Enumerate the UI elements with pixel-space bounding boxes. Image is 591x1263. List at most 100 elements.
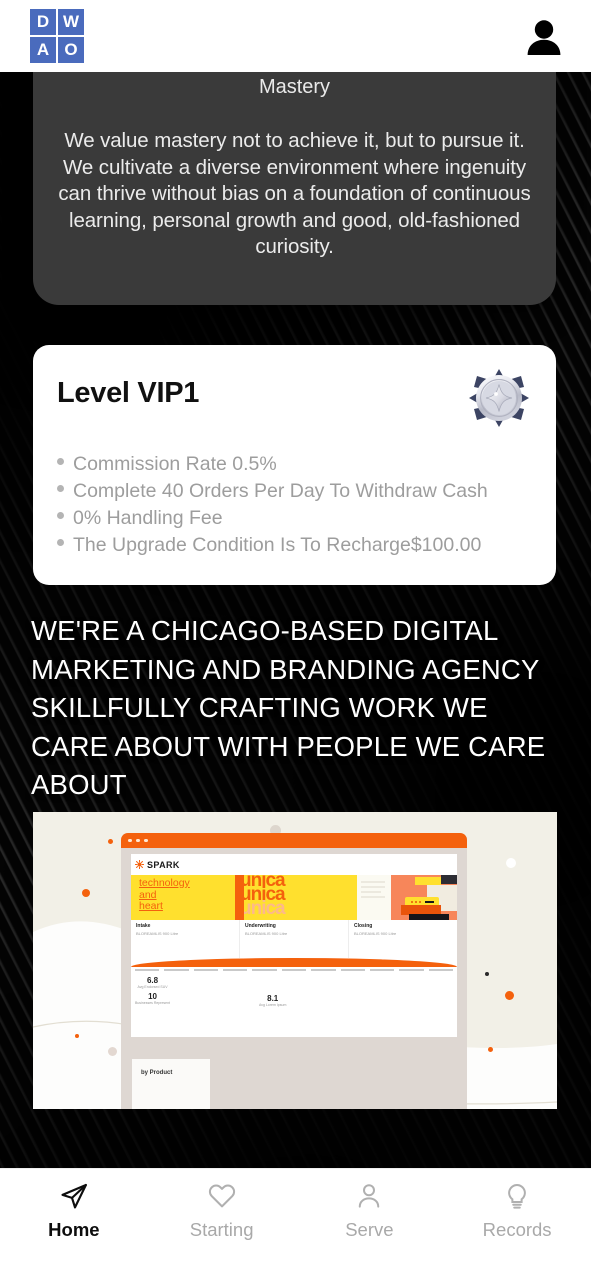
logo-tile-o: O [58,37,84,63]
process-card-title: Intake [136,923,151,929]
by-product-panel: by Product [132,1059,210,1109]
column-placeholder [428,969,453,971]
stat-value: 8.1 [267,994,279,1003]
column-placeholder [135,969,160,971]
column-placeholder [340,969,365,971]
logo-tile-w: W [58,9,84,35]
vip-benefit-item: The Upgrade Condition Is To Recharge$100… [57,532,532,559]
vip-level-label: Level VIP1 [57,377,200,409]
process-card: Intake BLOREAMLIS 900 Litre [131,920,240,958]
deco-dot [108,1047,117,1056]
hero-line: heart [139,900,163,912]
dashboard-table-header [131,967,457,975]
column-placeholder [281,969,307,971]
stat-label: Businesses Represent [135,1001,171,1005]
spark-sun-icon [135,860,144,869]
hero-line: technology [139,877,190,889]
tab-records[interactable]: Records [443,1169,591,1263]
deco-dot [485,972,489,976]
vip-card-header: Level VIP1 [57,367,532,429]
stat-label: Avg Lorem Ipsum [259,1003,287,1007]
person-icon [354,1181,384,1211]
logo-tile-d: D [30,9,56,35]
bullet-dot-icon [57,539,64,546]
window-dot-icon [144,838,148,843]
hero-art-svg [357,875,457,920]
vip-level-card[interactable]: Level VIP1 Commission Rate 0.5% Complete… [33,345,556,585]
orange-wave-divider [131,958,457,967]
deco-dot [506,858,516,868]
portfolio-image-card[interactable]: SPARK technology and heart unica unica u… [33,812,557,1109]
window-dot-icon [136,838,140,843]
vip-medal-icon [469,369,529,427]
column-placeholder [399,969,424,971]
deco-dot [75,1034,79,1038]
tab-home[interactable]: Home [0,1169,148,1263]
window-dot-icon [128,838,132,843]
tab-starting-label: Starting [189,1219,254,1240]
deco-dot [505,991,514,1000]
column-placeholder [252,969,277,971]
vip-benefit-text: Complete 40 Orders Per Day To Withdraw C… [73,480,488,502]
tab-serve-label: Serve [345,1219,394,1240]
send-plane-icon [59,1181,89,1211]
brand-logo[interactable]: D W A O [30,9,84,63]
stat-value: 6.8 [146,976,159,985]
stat-label: Avg Endorsed SUV [137,985,168,989]
user-avatar-button[interactable] [523,15,565,57]
hero-spacer [349,875,357,920]
browser-mockup: SPARK technology and heart unica unica u… [121,833,467,1109]
column-placeholder [311,969,336,971]
dashboard-stats: 6.8 Avg Endorsed SUV 10 Businesses Repre… [135,976,170,1005]
value-statement-card: Mastery We value mastery not to achieve … [33,64,556,305]
vip-benefit-text: 0% Handling Fee [73,507,223,529]
hero-illustration [357,875,457,920]
hero-divider [235,875,244,920]
vip-benefit-item: Commission Rate 0.5% [57,451,532,478]
tab-starting[interactable]: Starting [148,1169,296,1263]
browser-titlebar [121,833,467,848]
column-placeholder [223,969,248,971]
vip-benefit-item: 0% Handling Fee [57,505,532,532]
by-product-label: by Product [141,1070,173,1076]
bullet-dot-icon [57,512,64,519]
bullet-dot-icon [57,458,64,465]
value-card-title: Mastery [258,76,331,98]
vip-benefit-item: Complete 40 Orders Per Day To Withdraw C… [57,478,532,505]
user-avatar-icon [527,20,561,55]
bottom-tab-bar: Home Starting Serve Records [0,1168,591,1263]
column-placeholder [164,969,189,971]
stat-value: 10 [148,992,157,1001]
hero-wordmark-panel: unica unica unica [244,875,349,920]
deco-dot [82,889,90,897]
column-placeholder [193,969,219,971]
deco-dot [488,1047,493,1052]
deco-dot [108,839,113,844]
tab-records-label: Records [482,1219,552,1240]
dashboard-stat-center: 8.1 Avg Lorem Ipsum [259,994,286,1007]
vip-benefit-text: The Upgrade Condition Is To Recharge$100… [73,534,482,556]
unica-word: unica [244,898,286,919]
marketing-headline: WE'RE A CHICAGO-BASED DIGITAL MARKETING … [31,615,546,800]
process-card-title: Closing [354,923,373,929]
value-card-body: We value mastery not to achieve it, but … [58,129,531,258]
bullet-dot-icon [57,485,64,492]
site-brand-row: SPARK [131,854,457,875]
process-card-sub: BLOREAMLIS 900 Litre [354,931,397,936]
process-card-title: Underwriting [245,923,276,929]
process-card-sub: BLOREAMLIS 900 Litre [245,931,288,936]
hero-text-panel: technology and heart [131,875,235,920]
tab-home-label: Home [48,1219,100,1240]
vip-benefits-list: Commission Rate 0.5% Complete 40 Orders … [57,451,532,559]
vip-benefit-text: Commission Rate 0.5% [73,453,277,475]
site-process-cards: Intake BLOREAMLIS 900 Litre Underwriting… [131,920,457,958]
process-card: Closing BLOREAMLIS 900 Litre [349,920,457,958]
app-header: D W A O [0,0,591,72]
site-hero: technology and heart unica unica unica [131,875,457,920]
process-card: Underwriting BLOREAMLIS 900 Litre [240,920,349,958]
website-preview: SPARK technology and heart unica unica u… [131,854,457,1037]
process-card-sub: BLOREAMLIS 900 Litre [136,931,179,936]
column-placeholder [369,969,395,971]
app-root: D W A O Mastery We value mastery not to … [0,0,591,1263]
tab-serve[interactable]: Serve [296,1169,444,1263]
